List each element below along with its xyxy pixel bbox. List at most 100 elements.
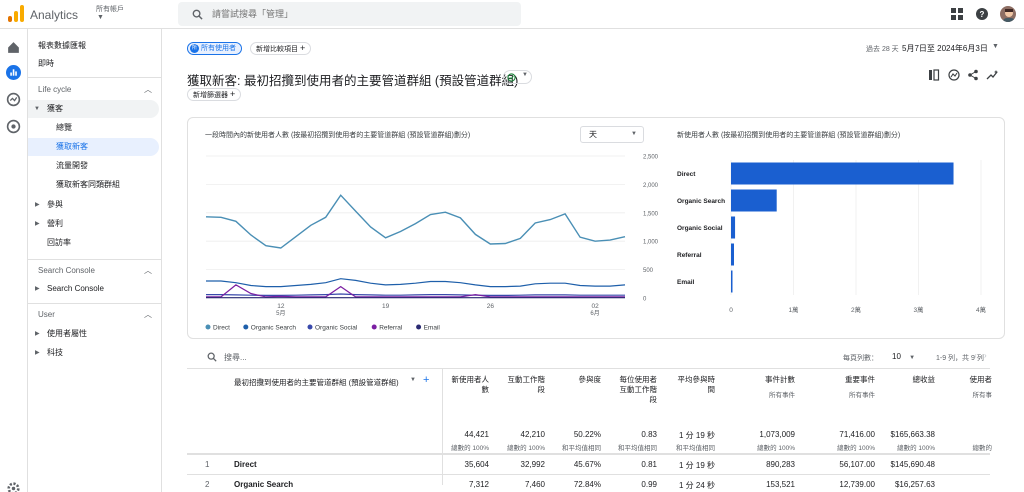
column-header[interactable]: 互動工作階段 xyxy=(501,375,546,395)
bar-category-label: Direct xyxy=(677,171,696,178)
column-event-filter[interactable]: 所有事件 xyxy=(725,389,795,399)
analytics-logo-icon[interactable] xyxy=(8,5,24,22)
x-tick-label: 1萬 xyxy=(788,305,799,314)
legend-label: Organic Social xyxy=(315,325,358,332)
column-header[interactable]: 每位使用者互動工作階段 xyxy=(617,375,658,405)
column-event-filter[interactable]: 所有事 xyxy=(952,389,993,399)
reports-nav: 報表數據匯報 即時 Life cycle ︿ ▼ 獲客 總覽 獲取新客 流量開發… xyxy=(28,29,162,492)
account-dropdown-icon[interactable]: ▼ xyxy=(97,14,104,21)
legend-marker-icon xyxy=(371,324,377,330)
add-dimension-plus-icon[interactable]: + xyxy=(423,374,429,386)
row-channel-name[interactable]: Direct xyxy=(234,460,257,469)
column-header[interactable]: 參與度 xyxy=(561,375,602,385)
table-search-icon[interactable] xyxy=(207,352,217,362)
compare-columns-icon[interactable] xyxy=(928,69,940,81)
add-filter-button[interactable]: 新增篩選器 + xyxy=(187,88,242,101)
column-total-sub: 和平均值相同 xyxy=(562,445,601,452)
chevron-up-icon[interactable]: ︿ xyxy=(144,309,152,320)
line-chart-title: 一段時間內的新使用者人數 (按最初招攬到使用者的主要管道群組 (預設管道群組)劃… xyxy=(205,132,471,139)
help-icon[interactable]: ? xyxy=(976,8,988,20)
add-comparison-label: 新增比較項目 xyxy=(256,46,298,53)
column-total: 44,421 xyxy=(464,430,489,439)
segment-avatar-icon: 所 xyxy=(190,44,199,53)
apps-grid-icon[interactable] xyxy=(951,8,963,20)
nav-section-search-console[interactable]: Search Console xyxy=(38,266,95,275)
nav-item-traffic-acquisition[interactable]: 流量開發 xyxy=(28,157,159,175)
granularity-select[interactable]: 天 ▼ xyxy=(580,126,644,143)
dimension-column-header[interactable]: 最初招攬到使用者的主要管道群組 (預設管道群組) xyxy=(234,377,399,388)
nav-section-user[interactable]: User xyxy=(38,310,55,319)
app-name: Analytics xyxy=(30,8,79,22)
nav-item-monetization-label: 營利 xyxy=(47,219,63,228)
date-dropdown-icon[interactable]: ▼ xyxy=(992,43,999,50)
search-input[interactable] xyxy=(212,7,512,21)
y-tick-label: 2,500 xyxy=(643,155,659,161)
column-total-sub: 和平均值相同 xyxy=(676,445,715,452)
nav-item-tech[interactable]: ▶ 科技 xyxy=(28,344,159,362)
segment-chip-label: 所有使用者 xyxy=(200,45,236,52)
prev-page-icon[interactable]: ‹ xyxy=(974,351,977,360)
column-event-filter[interactable]: 所有事件 xyxy=(805,389,875,399)
chevron-up-icon[interactable]: ︿ xyxy=(144,84,152,95)
nav-item-reports-snapshot[interactable]: 報表數據匯報 xyxy=(28,37,159,55)
segment-chip-all-users[interactable]: 所 所有使用者 xyxy=(187,42,242,55)
row-channel-name[interactable]: Organic Search xyxy=(234,480,293,489)
column-total-sub: 總數的 100% xyxy=(451,445,489,452)
dimension-dropdown-icon[interactable]: ▼ xyxy=(410,377,416,383)
account-selector-label[interactable]: 所有帳戶 xyxy=(96,4,124,14)
user-avatar[interactable] xyxy=(999,5,1017,23)
column-header[interactable]: 新使用者人數 xyxy=(449,375,490,395)
reports-icon[interactable] xyxy=(6,65,21,80)
chevron-up-icon[interactable]: ︿ xyxy=(144,265,152,276)
table-search-input[interactable]: 搜尋... xyxy=(224,352,247,363)
nav-item-user-attributes[interactable]: ▶ 使用者屬性 xyxy=(28,325,159,343)
trend-sparkle-icon[interactable] xyxy=(986,69,999,81)
x-tick-label: 2萬 xyxy=(851,305,862,314)
nav-item-user-acquisition-cohort[interactable]: 獲取新客同類群組 xyxy=(28,176,159,194)
y-tick-label: 1,000 xyxy=(643,240,659,246)
explore-icon[interactable] xyxy=(6,92,21,107)
nav-item-realtime[interactable]: 即時 xyxy=(28,55,159,73)
row-cell: 890,283 xyxy=(766,460,795,469)
share-icon[interactable] xyxy=(967,69,979,81)
settings-gear-icon[interactable] xyxy=(6,481,21,492)
rows-per-page-select[interactable]: 10 ▼ xyxy=(892,352,915,361)
report-status-chip[interactable]: ▼ xyxy=(503,70,532,84)
insights-icon[interactable] xyxy=(948,69,960,81)
next-page-icon[interactable]: › xyxy=(984,351,987,360)
nav-item-retention[interactable]: 回訪率 xyxy=(28,234,159,252)
x-tick-label: 3萬 xyxy=(913,305,924,314)
nav-item-engagement[interactable]: ▶ 參與 xyxy=(28,196,159,214)
row-cell: $145,690.48 xyxy=(890,460,936,469)
row-cell: 1 分 24 秒 xyxy=(678,481,715,490)
bar-direct xyxy=(731,162,954,185)
rows-per-page-label: 每頁列數： xyxy=(843,355,878,362)
bar-category-label: Referral xyxy=(677,252,702,259)
column-total: $165,663.38 xyxy=(890,430,936,439)
nav-item-overview[interactable]: 總覽 xyxy=(28,119,159,137)
home-icon[interactable] xyxy=(6,40,21,55)
nav-item-user-acquisition[interactable]: 獲取新客 xyxy=(28,138,159,156)
y-tick-label: 500 xyxy=(643,268,654,274)
column-header[interactable]: 平均參與時間 xyxy=(671,375,716,395)
column-header[interactable]: 事件計數 xyxy=(735,375,795,385)
column-header[interactable]: 重要事件 xyxy=(815,375,875,385)
column-header[interactable]: 使用者 xyxy=(962,375,993,385)
advertising-icon[interactable] xyxy=(6,119,21,134)
nav-section-lifecycle[interactable]: Life cycle xyxy=(38,85,71,94)
expand-right-icon: ▶ xyxy=(35,331,40,337)
date-range-picker[interactable]: 5月7日至 2024年6月3日 xyxy=(902,43,988,54)
column-header[interactable]: 總收益 xyxy=(875,375,936,385)
nav-item-acquisition-label: 獲客 xyxy=(47,104,63,113)
add-comparison-button[interactable]: 新增比較項目 + xyxy=(250,42,312,55)
search-bar[interactable] xyxy=(178,2,521,26)
nav-item-monetization[interactable]: ▶ 營利 xyxy=(28,215,159,233)
legend-label: Organic Search xyxy=(251,325,297,332)
bar-category-label: Email xyxy=(677,279,695,286)
svg-text:?: ? xyxy=(980,10,985,19)
nav-item-acquisition[interactable]: ▼ 獲客 xyxy=(28,100,159,118)
nav-item-search-console[interactable]: ▶ Search Console xyxy=(28,280,159,298)
line-chart: 2,500 2,000 1,500 1,000 500 0 125月 19 26 026月 Dire… xyxy=(205,155,659,332)
y-tick-label: 1,500 xyxy=(643,211,659,217)
legend-marker-icon xyxy=(307,324,313,330)
